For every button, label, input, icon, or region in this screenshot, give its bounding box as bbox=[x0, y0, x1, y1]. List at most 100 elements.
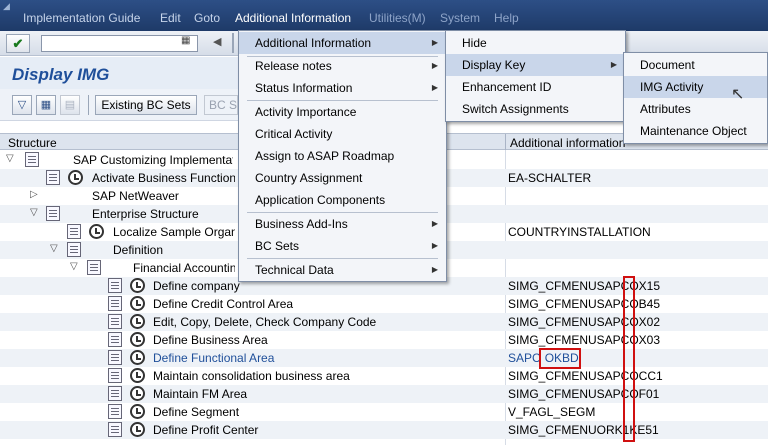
clock-execute-icon[interactable] bbox=[130, 422, 145, 437]
tree-row[interactable]: Define Business Area SIMG_CFMENUSAPCOX03 bbox=[0, 331, 768, 349]
menu-item-additional-information[interactable]: Additional Information ▶ bbox=[239, 32, 446, 54]
command-field[interactable] bbox=[41, 35, 198, 52]
expanded-node-icon[interactable]: ▽ bbox=[6, 153, 14, 164]
menu-help[interactable]: Help bbox=[494, 11, 519, 25]
menu-item-status-information[interactable]: Status Information ▶ bbox=[239, 77, 446, 99]
menu-item-hide[interactable]: Hide bbox=[446, 32, 625, 54]
menu-item-enhancement-id[interactable]: Enhancement ID bbox=[446, 76, 625, 98]
menu-system[interactable]: System bbox=[440, 11, 480, 25]
tree-row[interactable]: Maintain FM Area SIMG_CFMENUSAPCOF01 bbox=[0, 385, 768, 403]
tree-info: SIMG_CFMENUSAPCOCC1 bbox=[508, 369, 663, 383]
menu-additional-information[interactable]: Additional Information bbox=[235, 11, 351, 25]
existing-bc-sets-button[interactable]: Existing BC Sets bbox=[95, 95, 197, 115]
menu-item-label: IMG Activity bbox=[640, 80, 704, 94]
tree-info: COUNTRYINSTALLATION bbox=[508, 225, 651, 239]
collapsed-node-icon[interactable]: ▷ bbox=[30, 189, 38, 200]
submenu-arrow-icon: ▶ bbox=[610, 60, 617, 69]
menu-item-display-key[interactable]: Display Key ▶ bbox=[446, 54, 625, 76]
tree-info: V_FAGL_SEGM bbox=[508, 405, 596, 419]
document-icon bbox=[108, 422, 122, 437]
tree-row[interactable]: Define Segment V_FAGL_SEGM bbox=[0, 403, 768, 421]
tree-row[interactable]: Define Profit Center SIMG_CFMENUORK1KE51 bbox=[0, 421, 768, 439]
check-icon[interactable]: ✔ bbox=[6, 34, 30, 53]
menu-goto[interactable]: Goto bbox=[194, 11, 220, 25]
menu-item-label: Critical Activity bbox=[255, 127, 333, 141]
clock-execute-icon[interactable] bbox=[130, 404, 145, 419]
menu-item-label: Enhancement ID bbox=[462, 80, 552, 94]
menu-item-technical-data[interactable]: Technical Data ▶ bbox=[239, 259, 446, 281]
highlight-box-codes bbox=[623, 276, 635, 442]
menu-edit[interactable]: Edit bbox=[160, 11, 181, 25]
tree-label: Definition bbox=[113, 243, 164, 257]
docs-icon[interactable]: ▤ bbox=[60, 95, 80, 115]
clock-execute-icon[interactable] bbox=[68, 170, 83, 185]
menu-item-label: Activity Importance bbox=[255, 105, 357, 119]
menu-item-application-components[interactable]: Application Components bbox=[239, 189, 446, 211]
tree-label: Enterprise Structure bbox=[92, 207, 199, 221]
menu-item-business-add-ins[interactable]: Business Add-Ins ▶ bbox=[239, 213, 446, 235]
menu-item-label: Display Key bbox=[462, 58, 526, 72]
menu-item-label: Additional Information bbox=[255, 36, 372, 50]
tree-row[interactable]: Edit, Copy, Delete, Check Company Code S… bbox=[0, 313, 768, 331]
document-icon bbox=[108, 314, 122, 329]
menu-item-label: Technical Data bbox=[255, 263, 334, 277]
tree-info: SIMG_CFMENUSAPCOX02 bbox=[508, 315, 661, 329]
clock-execute-icon[interactable] bbox=[130, 296, 145, 311]
menu-item-label: Status Information bbox=[255, 81, 353, 95]
document-icon bbox=[108, 332, 122, 347]
clock-execute-icon[interactable] bbox=[89, 224, 104, 239]
display-key-submenu: Document IMG Activity Attributes Mainten… bbox=[623, 52, 768, 144]
clock-execute-icon[interactable] bbox=[130, 314, 145, 329]
tree-row[interactable]: Define Credit Control Area SIMG_CFMENUSA… bbox=[0, 295, 768, 313]
expand-all-icon[interactable]: ▽ bbox=[12, 95, 32, 115]
save-icon[interactable]: ▦ bbox=[181, 35, 190, 46]
tree-label: Define Credit Control Area bbox=[153, 297, 294, 311]
menu-implementation-guide[interactable]: Implementation Guide bbox=[23, 11, 140, 25]
menu-item-label: Document bbox=[640, 58, 695, 72]
clock-execute-icon[interactable] bbox=[130, 332, 145, 347]
tree-row-selected[interactable]: Define Functional Area SAPC OKBD bbox=[0, 349, 768, 367]
tree-label: Define company bbox=[153, 279, 240, 293]
document-icon bbox=[46, 170, 60, 185]
tree-row[interactable]: Maintain consolidation business area SIM… bbox=[0, 367, 768, 385]
submenu-arrow-icon: ▶ bbox=[431, 83, 438, 92]
document-icon bbox=[108, 386, 122, 401]
tree-label: Edit, Copy, Delete, Check Company Code bbox=[153, 315, 377, 329]
menu-item-label: Assign to ASAP Roadmap bbox=[255, 149, 395, 163]
highlight-box-okbd bbox=[539, 348, 581, 369]
bc-sets-activity-button[interactable]: BC Sets for Activity bbox=[204, 95, 238, 115]
menu-item-img-activity[interactable]: IMG Activity bbox=[624, 76, 767, 98]
tree-label: Financial Accounting bbox=[133, 261, 235, 275]
tree-info: SIMG_CFMENUSAPCOX03 bbox=[508, 333, 661, 347]
where-used-icon[interactable]: ▦ bbox=[36, 95, 56, 115]
menu-item-activity-importance[interactable]: Activity Importance bbox=[239, 101, 446, 123]
menu-item-critical-activity[interactable]: Critical Activity bbox=[239, 123, 446, 145]
expanded-node-icon[interactable]: ▽ bbox=[50, 243, 58, 254]
menu-item-attributes[interactable]: Attributes bbox=[624, 98, 767, 120]
menu-item-assign-asap-roadmap[interactable]: Assign to ASAP Roadmap bbox=[239, 145, 446, 167]
column-additional-information[interactable]: Additional information bbox=[510, 136, 625, 150]
menu-item-label: Country Assignment bbox=[255, 171, 363, 185]
menu-item-switch-assignments[interactable]: Switch Assignments bbox=[446, 98, 625, 120]
window-icon: ◢ bbox=[3, 1, 10, 11]
menu-item-release-notes[interactable]: Release notes ▶ bbox=[239, 55, 446, 77]
menu-item-maintenance-object[interactable]: Maintenance Object bbox=[624, 120, 767, 142]
column-separator[interactable] bbox=[505, 134, 506, 151]
clock-execute-icon[interactable] bbox=[130, 278, 145, 293]
menu-item-document[interactable]: Document bbox=[624, 54, 767, 76]
back-arrow-icon[interactable]: ◀ bbox=[213, 35, 221, 48]
document-icon bbox=[67, 224, 81, 239]
menu-item-country-assignment[interactable]: Country Assignment bbox=[239, 167, 446, 189]
menu-item-bc-sets[interactable]: BC Sets ▶ bbox=[239, 235, 446, 257]
menu-item-label: BC Sets bbox=[255, 239, 300, 253]
clock-execute-icon[interactable] bbox=[130, 350, 145, 365]
tree-info: SIMG_CFMENUSAPCOX15 bbox=[508, 279, 661, 293]
menu-utilities[interactable]: Utilities(M) bbox=[369, 11, 426, 25]
clock-execute-icon[interactable] bbox=[130, 386, 145, 401]
column-structure[interactable]: Structure bbox=[8, 136, 57, 150]
tree-label: Define Profit Center bbox=[153, 423, 259, 437]
clock-execute-icon[interactable] bbox=[130, 368, 145, 383]
expanded-node-icon[interactable]: ▽ bbox=[70, 261, 78, 272]
expanded-node-icon[interactable]: ▽ bbox=[30, 207, 38, 218]
document-icon bbox=[108, 350, 122, 365]
